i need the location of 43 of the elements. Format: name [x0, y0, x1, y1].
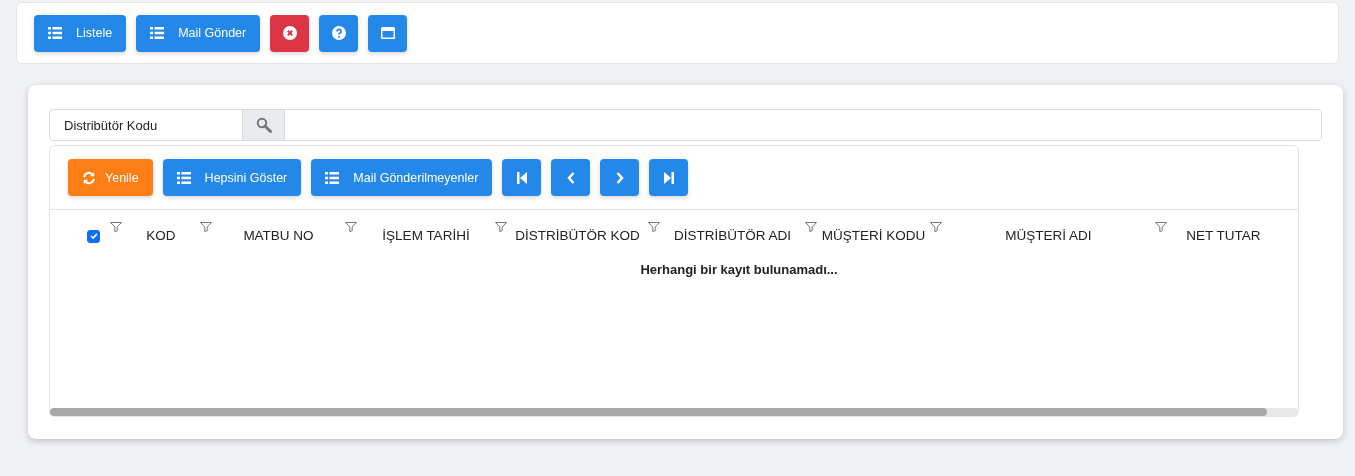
filter-icon[interactable]	[110, 222, 122, 232]
column-header[interactable]: KOD	[122, 228, 200, 243]
horizontal-scrollbar[interactable]	[50, 408, 1298, 416]
column-header[interactable]: NET TUTAR	[1167, 228, 1280, 243]
chevron-right-button[interactable]	[600, 159, 640, 196]
column-header[interactable]: MATBU NO	[212, 228, 345, 243]
search-button[interactable]	[243, 110, 285, 140]
last-page-button[interactable]	[649, 159, 689, 196]
select-all-checkbox[interactable]	[87, 229, 100, 243]
chevron-left-button[interactable]	[551, 159, 591, 196]
filter-icon[interactable]	[200, 222, 212, 232]
toolbar-button[interactable]: Mail Gönder	[136, 14, 261, 52]
window-button[interactable]	[368, 14, 408, 52]
filter-icon[interactable]	[1155, 222, 1167, 232]
first-page-icon	[514, 170, 529, 185]
close-icon	[282, 26, 297, 40]
toolbar-button[interactable]: Listele	[34, 14, 127, 52]
close-button[interactable]	[270, 14, 310, 52]
filter-icon[interactable]	[805, 222, 817, 232]
column-header[interactable]: MÜŞTERİ KODU	[817, 228, 930, 243]
help-button[interactable]	[319, 14, 359, 52]
list-icon	[325, 170, 340, 185]
search-field[interactable]: Distribütör Kodu	[49, 109, 1322, 141]
last-page-icon	[661, 170, 676, 185]
filter-icon[interactable]	[345, 222, 357, 232]
toolbar-button[interactable]: Mail Gönderilmeyenler	[311, 159, 493, 196]
first-page-button[interactable]	[502, 159, 542, 196]
list-icon	[176, 170, 191, 185]
column-header[interactable]: MÜŞTERİ ADI	[942, 228, 1155, 243]
filter-icon[interactable]	[930, 222, 942, 232]
filter-icon[interactable]	[648, 222, 660, 232]
filter-icon[interactable]	[495, 222, 507, 232]
list-icon	[150, 26, 165, 40]
column-header[interactable]: İŞLEM TARİHİ	[357, 228, 495, 243]
empty-message: Herhangi bir kayıt bulunamadı...	[640, 262, 838, 277]
toolbar-button[interactable]: Hepsini Göster	[162, 159, 302, 196]
refresh-icon	[82, 170, 96, 185]
window-icon	[380, 26, 395, 40]
column-header[interactable]: DİSTRİBÜTÖR KOD	[507, 228, 648, 243]
column-header[interactable]: DİSTRİBÜTÖR ADI	[660, 228, 805, 243]
help-icon	[331, 26, 346, 40]
list-icon	[48, 26, 62, 40]
search-icon	[255, 117, 272, 133]
